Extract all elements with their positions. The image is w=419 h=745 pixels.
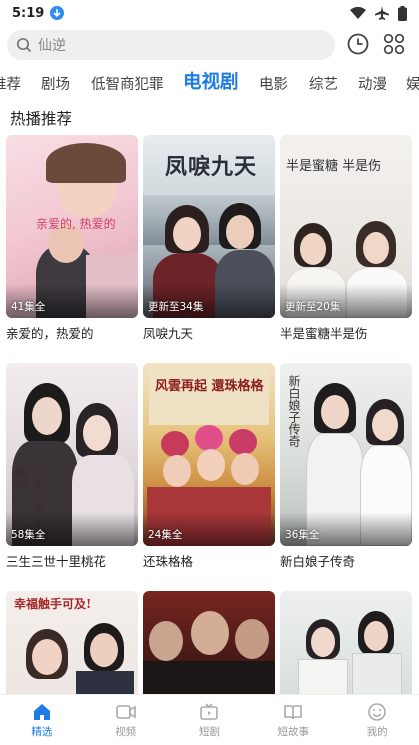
drama-poster: 凤唳九天 更新至34集 — [143, 135, 275, 318]
book-icon — [284, 704, 303, 719]
download-icon — [50, 6, 65, 20]
episode-badge: 36集全 — [285, 529, 320, 541]
poster-title-art: 亲爱的, 热爱的 — [36, 217, 116, 231]
tab-recommend[interactable]: 推荐 — [0, 68, 21, 102]
nav-label: 我的 — [366, 725, 388, 738]
poster-title-art: 风雲再起 還珠格格 — [155, 379, 264, 394]
status-time: 5:19 — [12, 5, 45, 21]
episode-badge: 24集全 — [148, 529, 183, 541]
drama-card[interactable]: 凤唳九天 更新至34集 凤唳九天 — [143, 135, 275, 342]
episode-badge: 58集全 — [11, 529, 46, 541]
battery-icon — [398, 5, 407, 21]
drama-card[interactable]: 亲爱的, 热爱的 41集全 亲爱的，热爱的 — [6, 135, 138, 342]
drama-title: 亲爱的，热爱的 — [6, 326, 94, 341]
search-row: 仙逆 — [7, 29, 412, 61]
nav-label: 精选 — [31, 725, 53, 738]
poster-title-art: 幸福触手可及! — [14, 597, 92, 611]
nav-video[interactable]: 视频 — [84, 695, 168, 745]
drama-title: 凤唳九天 — [143, 326, 194, 341]
poster-title-art: 凤唳九天 — [165, 154, 258, 180]
airplane-icon — [375, 6, 389, 20]
drama-poster: 亲爱的, 热爱的 41集全 — [6, 135, 138, 318]
smile-icon — [368, 702, 386, 721]
drama-card[interactable]: 半是蜜糖 半是伤 更新至20集 半是蜜糖半是伤 — [280, 135, 412, 342]
drama-card[interactable]: 风雲再起 還珠格格 24集全 还珠格格 — [143, 363, 275, 570]
nav-short-drama[interactable]: 短剧 — [168, 695, 252, 745]
episode-badge: 更新至20集 — [285, 301, 341, 313]
drama-card[interactable]: 三生三世 十里桃花 58集全 三生三世十里桃花 — [6, 363, 138, 570]
search-placeholder: 仙逆 — [38, 38, 66, 54]
drama-card[interactable]: 新白娘子传奇 36集全 新白娘子传奇 — [280, 363, 412, 570]
drama-title: 新白娘子传奇 — [280, 554, 356, 569]
nav-label: 短故事 — [277, 725, 310, 738]
home-icon — [33, 703, 50, 720]
nav-featured[interactable]: 精选 — [0, 695, 84, 745]
tab-entertainment[interactable]: 娱 — [406, 68, 419, 102]
episode-badge: 更新至34集 — [148, 301, 204, 313]
tab-movie[interactable]: 电影 — [259, 68, 288, 102]
tab-variety[interactable]: 综艺 — [309, 68, 338, 102]
wifi-icon — [350, 7, 366, 19]
tab-anime[interactable]: 动漫 — [358, 68, 387, 102]
video-icon — [115, 704, 136, 719]
drama-title: 半是蜜糖半是伤 — [280, 326, 368, 341]
category-grid-icon[interactable] — [382, 32, 406, 56]
section-title: 热播推荐 — [10, 110, 73, 128]
tab-tv-series[interactable]: 电视剧 — [183, 68, 239, 102]
history-clock-icon[interactable] — [346, 32, 370, 56]
category-tabs: 推荐 剧场 低智商犯罪 电视剧 电影 综艺 动漫 娱 — [0, 68, 419, 102]
drama-poster: 半是蜜糖 半是伤 更新至20集 — [280, 135, 412, 318]
nav-label: 视频 — [115, 725, 137, 738]
poster-title-art: 新白娘子传奇 — [287, 375, 301, 447]
drama-poster: 风雲再起 還珠格格 24集全 — [143, 363, 275, 546]
drama-title: 三生三世十里桃花 — [6, 554, 107, 569]
nav-short-story[interactable]: 短故事 — [251, 695, 335, 745]
tab-low-iq-crime[interactable]: 低智商犯罪 — [91, 68, 164, 102]
tv-icon — [200, 702, 219, 720]
search-icon — [16, 37, 32, 53]
nav-mine[interactable]: 我的 — [335, 695, 419, 745]
search-input[interactable]: 仙逆 — [7, 30, 335, 60]
nav-label: 短剧 — [198, 725, 220, 738]
drama-title: 还珠格格 — [143, 554, 194, 569]
poster-title-art: 半是蜜糖 半是伤 — [286, 159, 382, 174]
drama-poster: 新白娘子传奇 36集全 — [280, 363, 412, 546]
episode-badge: 41集全 — [11, 301, 46, 313]
tab-theater[interactable]: 剧场 — [41, 68, 70, 102]
bottom-nav: 精选 视频 短剧 短故事 我的 — [0, 694, 419, 745]
status-bar: 5:19 — [0, 0, 419, 26]
drama-poster: 三生三世 十里桃花 58集全 — [6, 363, 138, 546]
